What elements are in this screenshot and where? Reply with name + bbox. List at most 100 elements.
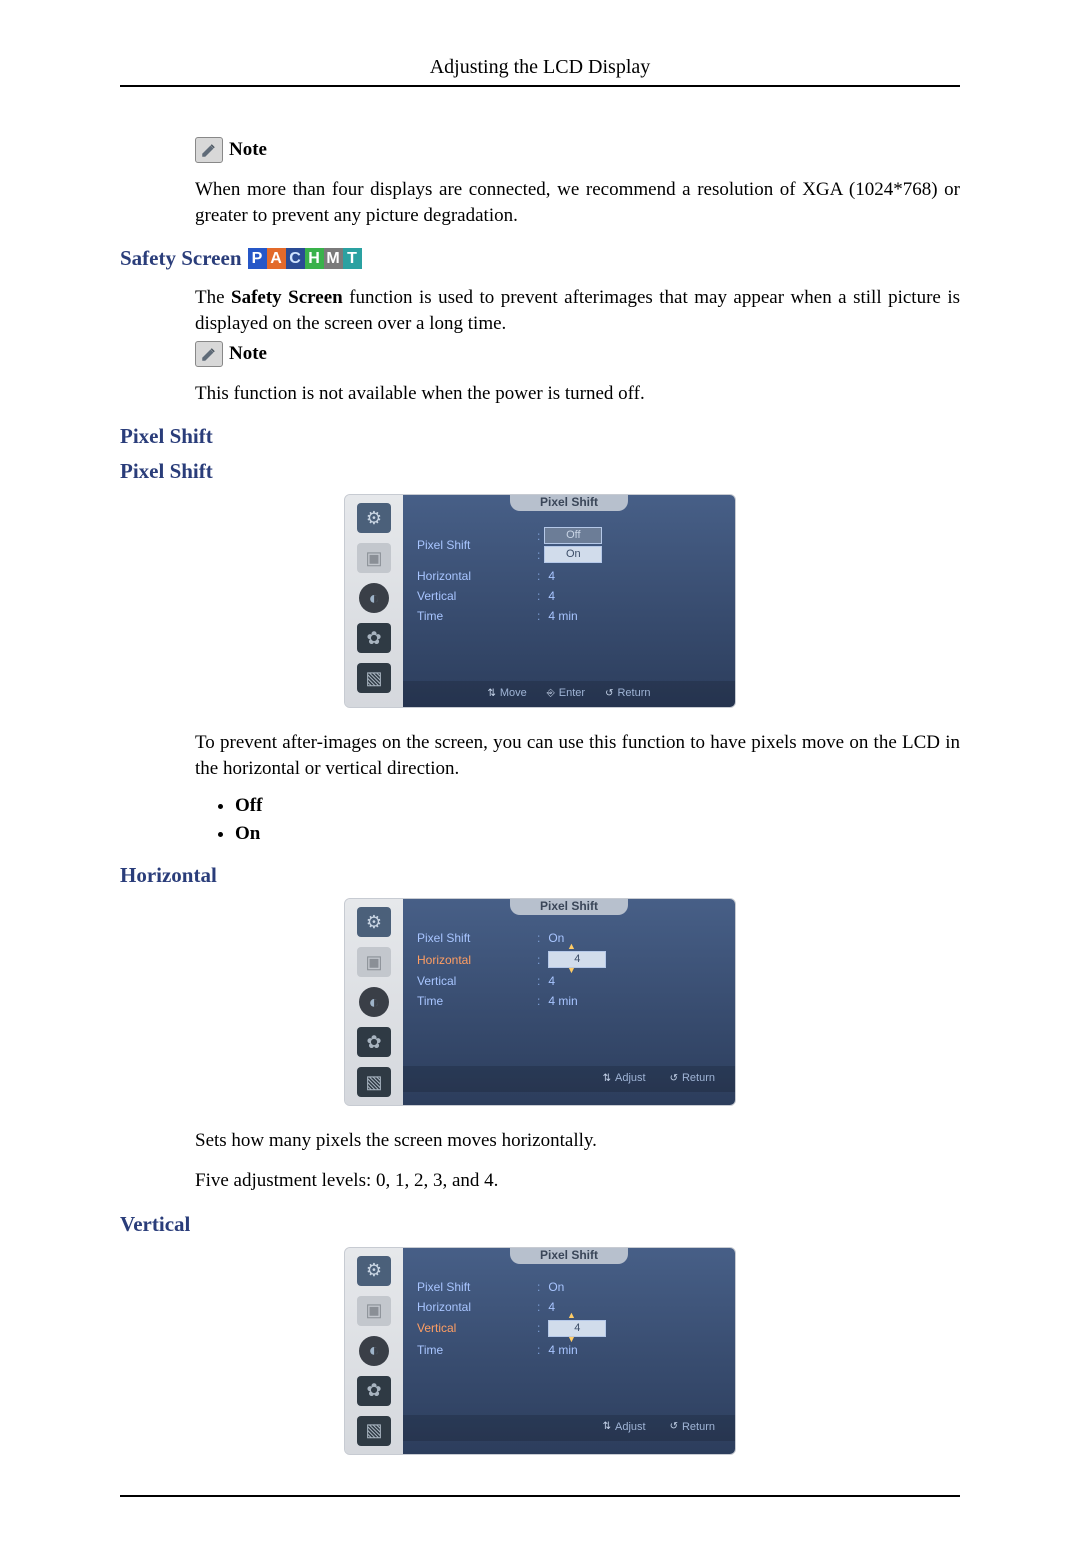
osd-side-input-icon: ⚙ (357, 1256, 391, 1286)
option-off: Off (235, 795, 262, 816)
osd-grid: Pixel Shift :On Horizontal :4 Vertical :… (403, 1248, 735, 1415)
osd-row-horizontal: Horizontal : ▲ 4 ▼ (417, 951, 721, 968)
osd-footer: ⇅Adjust ↺Return (403, 1066, 735, 1092)
horizontal-content: Sets how many pixels the screen moves ho… (195, 1128, 960, 1193)
osd-side-input-icon: ⚙ (357, 907, 391, 937)
osd-row-vertical: Vertical : ▲ 4 ▼ (417, 1320, 721, 1337)
osd-main: Pixel Shift Pixel Shift :Off :On Horizon… (403, 495, 735, 707)
osd-value-time: 4 min (548, 994, 577, 1008)
osd-side-sound-icon: ◐ (359, 987, 389, 1017)
osd-row-time: Time :4 min (417, 1343, 721, 1357)
enter-icon: ⎆ (547, 688, 555, 699)
osd-footer: ⇅Move ⎆Enter ↺Return (403, 681, 735, 707)
adjust-icon: ⇅ (603, 1421, 611, 1432)
safety-screen-note-body: This function is not available when the … (195, 381, 960, 407)
note-row: Note (195, 137, 960, 163)
pixel-shift-content: To prevent after-images on the screen, y… (195, 730, 960, 845)
document-page: Adjusting the LCD Display Note When more… (0, 0, 1080, 1557)
heading-pixel-shift-2: Pixel Shift (120, 459, 960, 484)
osd-panel: ⚙ ▣ ◐ ✿ ▧ Pixel Shift Pixel Shift :On Ho (344, 898, 736, 1106)
arrow-down-icon: ▼ (567, 1336, 576, 1342)
osd-side-multi-icon: ▧ (357, 663, 391, 693)
osd-sidebar: ⚙ ▣ ◐ ✿ ▧ (345, 1248, 403, 1454)
list-item: On (235, 823, 960, 845)
osd-label-horizontal: Horizontal (417, 1300, 537, 1314)
osd-side-sound-icon: ◐ (359, 583, 389, 613)
osd-row-vertical: Vertical :4 (417, 974, 721, 988)
input-source-badges: P A C H M T (248, 248, 362, 269)
bold-term: Safety Screen (231, 287, 343, 308)
osd-side-picture-icon: ▣ (357, 1296, 391, 1326)
osd-value-horizontal[interactable]: 4 (548, 951, 606, 968)
osd-foot-enter: Enter (559, 687, 585, 699)
osd-option-off[interactable]: Off (544, 527, 602, 544)
footer-rule (120, 1495, 960, 1497)
badge-t-icon: T (343, 248, 362, 269)
osd-row-pixel-shift: Pixel Shift :Off :On (417, 527, 721, 563)
osd-option-on[interactable]: On (544, 546, 602, 563)
osd-label-horizontal: Horizontal (417, 953, 537, 967)
list-item: Off (235, 795, 960, 817)
osd-label-time: Time (417, 609, 537, 623)
osd-row-time: Time :4 min (417, 994, 721, 1008)
osd-title: Pixel Shift (510, 898, 628, 915)
osd-value-pixelshift: On (548, 931, 564, 945)
note-label: Note (229, 343, 267, 365)
heading-safety-screen-text: Safety Screen (120, 246, 242, 271)
option-on: On (235, 823, 260, 844)
osd-value-horizontal: 4 (548, 569, 555, 583)
osd-side-multi-icon: ▧ (357, 1067, 391, 1097)
osd-value-vertical[interactable]: 4 (548, 1320, 606, 1337)
arrow-down-icon: ▼ (567, 967, 576, 973)
osd-side-setup-icon: ✿ (357, 1376, 391, 1406)
osd-value-horizontal: 4 (548, 1300, 555, 1314)
osd-panel: ⚙ ▣ ◐ ✿ ▧ Pixel Shift Pixel Shift :Off :… (344, 494, 736, 708)
heading-pixel-shift-1: Pixel Shift (120, 424, 960, 449)
osd-panel: ⚙ ▣ ◐ ✿ ▧ Pixel Shift Pixel Shift :On Ho (344, 1247, 736, 1455)
osd-footer: ⇅Adjust ↺Return (403, 1415, 735, 1441)
osd-row-horizontal: Horizontal :4 (417, 569, 721, 583)
osd-foot-move: Move (500, 687, 527, 699)
osd-foot-return: Return (682, 1421, 715, 1433)
osd-side-picture-icon: ▣ (357, 543, 391, 573)
osd-foot-return: Return (617, 687, 650, 699)
osd-row-time: Time :4 min (417, 609, 721, 623)
osd-screenshot-vertical: ⚙ ▣ ◐ ✿ ▧ Pixel Shift Pixel Shift :On Ho (120, 1247, 960, 1455)
osd-side-setup-icon: ✿ (357, 1027, 391, 1057)
osd-row-vertical: Vertical :4 (417, 589, 721, 603)
horizontal-body1: Sets how many pixels the screen moves ho… (195, 1128, 960, 1154)
osd-side-input-icon: ⚙ (357, 503, 391, 533)
return-icon: ↺ (605, 688, 613, 699)
osd-title: Pixel Shift (510, 1247, 628, 1264)
osd-foot-return: Return (682, 1072, 715, 1084)
osd-label-time: Time (417, 1343, 537, 1357)
heading-safety-screen: Safety Screen P A C H M T (120, 246, 960, 271)
heading-vertical: Vertical (120, 1212, 960, 1237)
horizontal-body2: Five adjustment levels: 0, 1, 2, 3, and … (195, 1168, 960, 1194)
pencil-note-icon (195, 341, 223, 367)
osd-label-horizontal: Horizontal (417, 569, 537, 583)
osd-foot-adjust: Adjust (615, 1072, 646, 1084)
pixel-shift-body: To prevent after-images on the screen, y… (195, 730, 960, 781)
osd-side-setup-icon: ✿ (357, 623, 391, 653)
osd-screenshot-pixel-shift: ⚙ ▣ ◐ ✿ ▧ Pixel Shift Pixel Shift :Off :… (120, 494, 960, 708)
osd-value-pixelshift: On (548, 1280, 564, 1294)
note-row: Note (195, 341, 960, 367)
return-icon: ↺ (670, 1073, 678, 1084)
osd-title: Pixel Shift (510, 494, 628, 511)
osd-label-pixel-shift: Pixel Shift (417, 538, 537, 552)
osd-main: Pixel Shift Pixel Shift :On Horizontal :… (403, 899, 735, 1105)
osd-foot-adjust: Adjust (615, 1421, 646, 1433)
safety-screen-body: The Safety Screen function is used to pr… (195, 285, 960, 336)
osd-side-sound-icon: ◐ (359, 1336, 389, 1366)
arrow-up-icon: ▲ (567, 1312, 576, 1318)
note-body: When more than four displays are connect… (195, 177, 960, 228)
osd-value-time: 4 min (548, 1343, 577, 1357)
osd-label-vertical: Vertical (417, 1321, 537, 1335)
osd-grid: Pixel Shift :On Horizontal : ▲ 4 ▼ (403, 899, 735, 1066)
heading-horizontal: Horizontal (120, 863, 960, 888)
arrow-up-icon: ▲ (567, 943, 576, 949)
osd-label-time: Time (417, 994, 537, 1008)
osd-side-picture-icon: ▣ (357, 947, 391, 977)
osd-label-pixel-shift: Pixel Shift (417, 931, 537, 945)
